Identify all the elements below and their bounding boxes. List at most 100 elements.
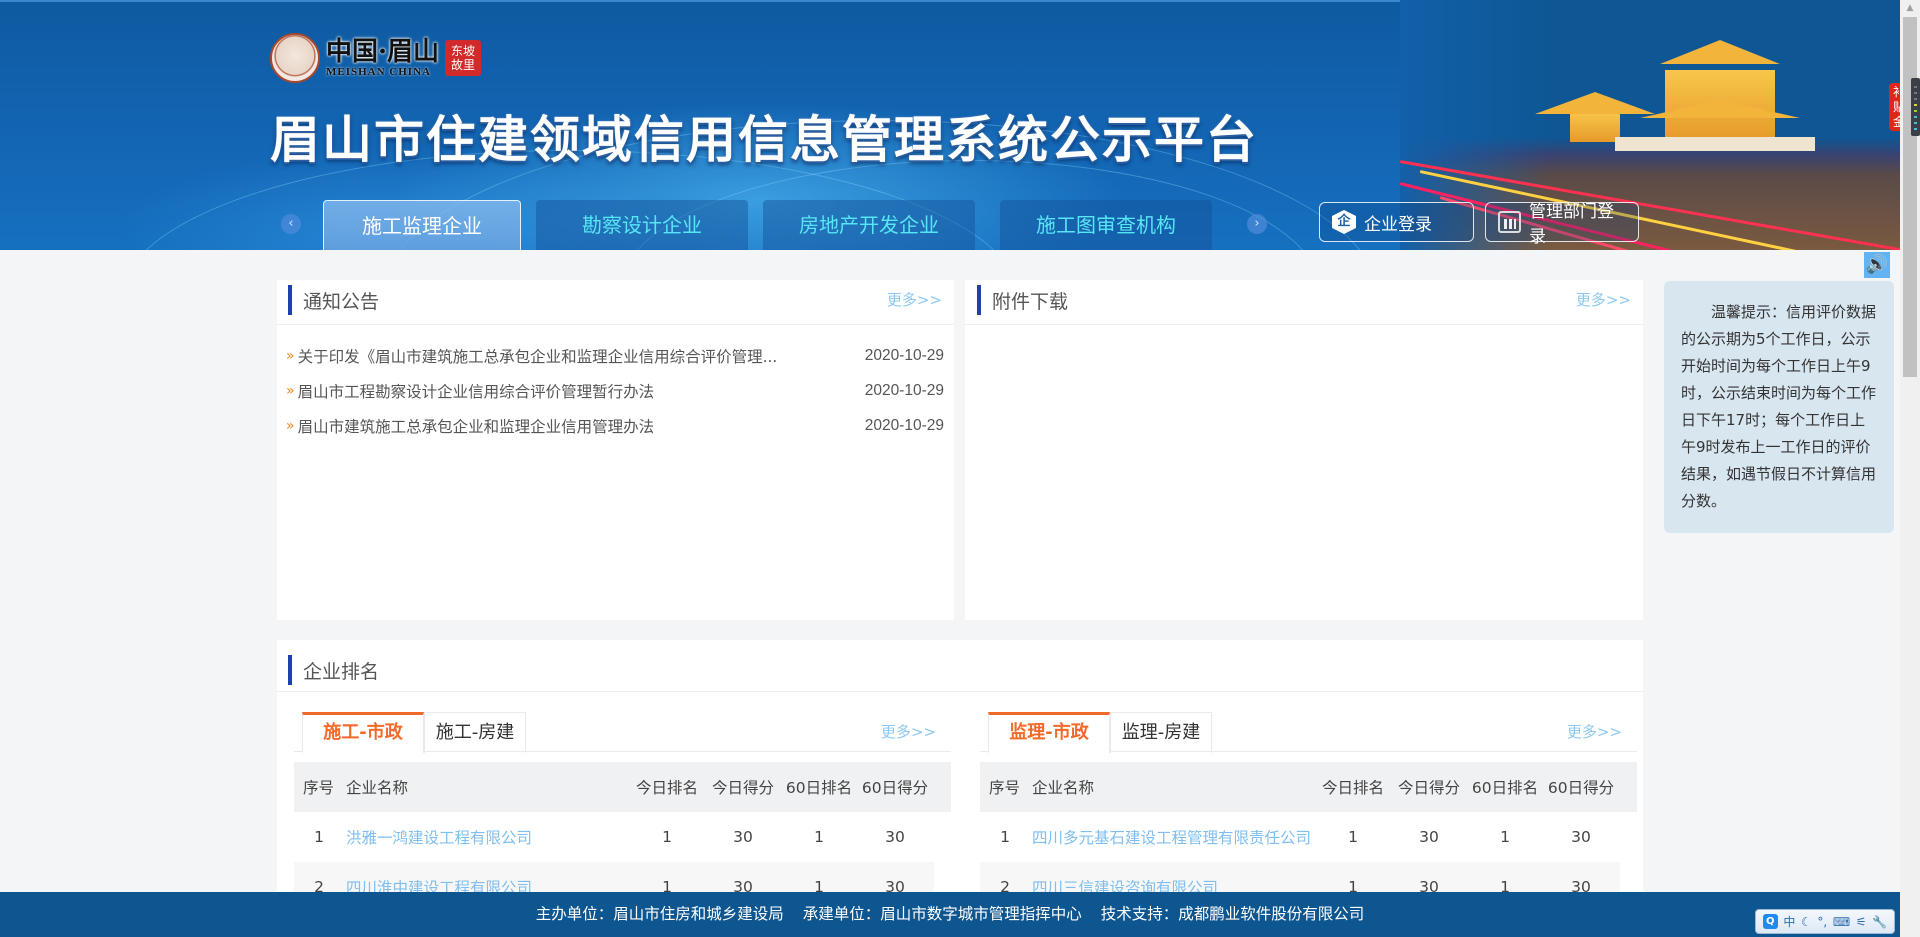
section-accent-bar: [288, 285, 292, 315]
col-today-score: 今日得分: [711, 779, 774, 797]
punctuation-icon[interactable]: °,: [1817, 915, 1827, 929]
tab-construction-housing[interactable]: 施工-房建: [424, 712, 526, 753]
logo-chinese: 中国·眉山: [326, 37, 440, 67]
today-rank: 1: [662, 828, 672, 846]
row-no: 2: [314, 878, 324, 892]
logo-seal: 东坡故里: [445, 40, 482, 76]
today-score: 30: [733, 828, 753, 846]
ime-toolbar[interactable]: Q 中 ☾ °, ⌨ ⚟ 🔧: [1755, 909, 1895, 934]
small-tower-roof: [1535, 92, 1655, 114]
enterprise-login-button[interactable]: 企 企业登录: [1319, 202, 1474, 242]
today-rank: 1: [662, 878, 672, 892]
admin-login-button[interactable]: 管理部门登录: [1485, 202, 1639, 247]
tab-construction-municipal[interactable]: 施工-市政: [302, 712, 424, 753]
score60: 30: [885, 878, 905, 892]
notice-item-title[interactable]: 关于印发《眉山市建筑施工总承包企业和监理企业信用综合评价管理...: [298, 345, 849, 367]
today-score: 30: [1419, 878, 1439, 892]
enterprise-login-label: 企业登录: [1364, 214, 1432, 235]
ranking-title: 企业排名: [303, 661, 380, 683]
row-no: 2: [1000, 878, 1010, 892]
light-streak: [1399, 182, 1900, 250]
notice-item[interactable]: » 眉山市建筑施工总承包企业和监理企业信用管理办法 2020-10-29: [277, 408, 954, 443]
construction-more-link[interactable]: 更多>>: [881, 721, 936, 742]
scroll-up-arrow-icon[interactable]: ▲: [1900, 0, 1920, 16]
section-accent-bar: [288, 655, 292, 685]
col-score60: 60日得分: [861, 779, 929, 797]
company-link[interactable]: 洪雅一鸿建设工程有限公司: [346, 829, 532, 847]
speaker-icon[interactable]: 🔊: [1864, 252, 1890, 278]
notice-title: 通知公告: [303, 291, 380, 313]
notice-list: » 关于印发《眉山市建筑施工总承包企业和监理企业信用综合评价管理... 2020…: [277, 325, 954, 443]
scroll-thumb[interactable]: [1903, 17, 1917, 377]
reminder-tip-box: 温馨提示：信用评价数据的公示期为5个工作日，公示开始时间为每个工作日上午9时，公…: [1664, 281, 1894, 533]
tab-supervision-municipal[interactable]: 监理-市政: [988, 712, 1110, 753]
notice-item-date: 2020-10-29: [864, 346, 944, 364]
notice-item[interactable]: » 关于印发《眉山市建筑施工总承包企业和监理企业信用综合评价管理... 2020…: [277, 338, 954, 373]
today-score: 30: [1419, 828, 1439, 846]
notice-more-link[interactable]: 更多>>: [887, 289, 942, 310]
col-name: 企业名称: [346, 779, 409, 797]
nav-prev-button[interactable]: ‹: [281, 214, 301, 234]
site-title: 眉山市住建领域信用信息管理系统公示平台: [270, 111, 1258, 169]
company-link[interactable]: 四川三信建设咨询有限公司: [1032, 879, 1218, 892]
col-no: 序号: [989, 779, 1021, 797]
site-footer: 主办单位：眉山市住房和城乡建设局 承建单位：眉山市数字城市管理指挥中心 技术支持…: [0, 892, 1900, 937]
city-logo[interactable]: 中国·眉山 MEISHAN CHINA 东坡故里: [270, 32, 482, 84]
company-link[interactable]: 四川多元基石建设工程管理有限责任公司: [1032, 829, 1311, 847]
keyboard-icon[interactable]: ⌨: [1833, 915, 1850, 929]
table-row: 1 洪雅一鸿建设工程有限公司 1 30 1 30: [294, 812, 951, 862]
nav-tab-drawing-review[interactable]: 施工图审查机构: [1000, 200, 1212, 250]
double-chevron-icon: »: [286, 347, 295, 364]
table-header: 序号 企业名称 今日排名 今日得分 60日排名 60日得分: [294, 762, 951, 812]
supervision-more-link[interactable]: 更多>>: [1567, 721, 1622, 742]
main-tower-top-roof: [1660, 40, 1780, 64]
notice-panel: 通知公告 更多>> » 关于印发《眉山市建筑施工总承包企业和监理企业信用综合评价…: [277, 280, 954, 620]
ime-mode-toggle[interactable]: 中: [1783, 913, 1795, 930]
col-rank60: 60日排名: [785, 779, 853, 797]
double-chevron-icon: »: [286, 382, 295, 399]
notice-item-date: 2020-10-29: [864, 416, 944, 434]
col-today-rank: 今日排名: [1321, 779, 1384, 797]
tab-supervision-housing[interactable]: 监理-房建: [1110, 712, 1212, 753]
today-score: 30: [733, 878, 753, 892]
col-name: 企业名称: [1032, 779, 1095, 797]
wrench-settings-icon[interactable]: 🔧: [1872, 915, 1887, 929]
footer-host: 主办单位：眉山市住房和城乡建设局: [535, 905, 784, 923]
attachments-panel: 附件下载 更多>>: [965, 280, 1643, 620]
score60: 30: [1571, 828, 1591, 846]
construction-ranking-table: 施工-市政 施工-房建 更多>> 序号 企业名称 今日排名 今日得分 60日排名…: [294, 712, 951, 892]
rank60: 1: [1500, 828, 1510, 846]
today-rank: 1: [1348, 878, 1358, 892]
page-scrollbar[interactable]: ▲: [1900, 0, 1920, 937]
nav-next-button[interactable]: ›: [1247, 214, 1267, 234]
nav-tab-survey-design[interactable]: 勘察设计企业: [536, 200, 748, 250]
notice-item-title[interactable]: 眉山市建筑施工总承包企业和监理企业信用管理办法: [298, 415, 849, 437]
ime-logo-icon[interactable]: Q: [1762, 914, 1778, 929]
city-gate-banner-image: [1399, 0, 1900, 250]
ranking-panel: 企业排名 施工-市政 施工-房建 更多>> 序号 企业名称 今日排名 今日得分 …: [277, 640, 1643, 892]
attachments-more-link[interactable]: 更多>>: [1576, 289, 1631, 310]
nav-tab-construction-supervision[interactable]: 施工监理企业: [323, 200, 521, 250]
attachments-title: 附件下载: [992, 291, 1069, 313]
double-chevron-icon: »: [286, 417, 295, 434]
su-dongpo-portrait-icon: [270, 33, 320, 83]
enterprise-icon: 企: [1332, 210, 1356, 234]
company-link[interactable]: 四川淮中建设工程有限公司: [346, 879, 532, 892]
chevron-left-icon: ‹: [288, 216, 294, 231]
section-accent-bar: [977, 285, 981, 315]
notice-item-date: 2020-10-29: [864, 381, 944, 399]
row-no: 1: [1000, 828, 1010, 846]
col-today-score: 今日得分: [1397, 779, 1460, 797]
ime-toolbox-icon[interactable]: ⚟: [1856, 915, 1867, 929]
nav-tab-real-estate[interactable]: 房地产开发企业: [763, 200, 975, 250]
main-tower-roof: [1640, 100, 1800, 118]
half-width-moon-icon[interactable]: ☾: [1801, 915, 1812, 929]
notice-item[interactable]: » 眉山市工程勘察设计企业信用综合评价管理暂行办法 2020-10-29: [277, 373, 954, 408]
today-rank: 1: [1348, 828, 1358, 846]
city-wall: [1615, 137, 1815, 151]
col-score60: 60日得分: [1547, 779, 1615, 797]
rank60: 1: [1500, 878, 1510, 892]
rank60: 1: [814, 828, 824, 846]
footer-builder: 承建单位：眉山市数字城市管理指挥中心: [802, 905, 1082, 923]
notice-item-title[interactable]: 眉山市工程勘察设计企业信用综合评价管理暂行办法: [298, 380, 849, 402]
